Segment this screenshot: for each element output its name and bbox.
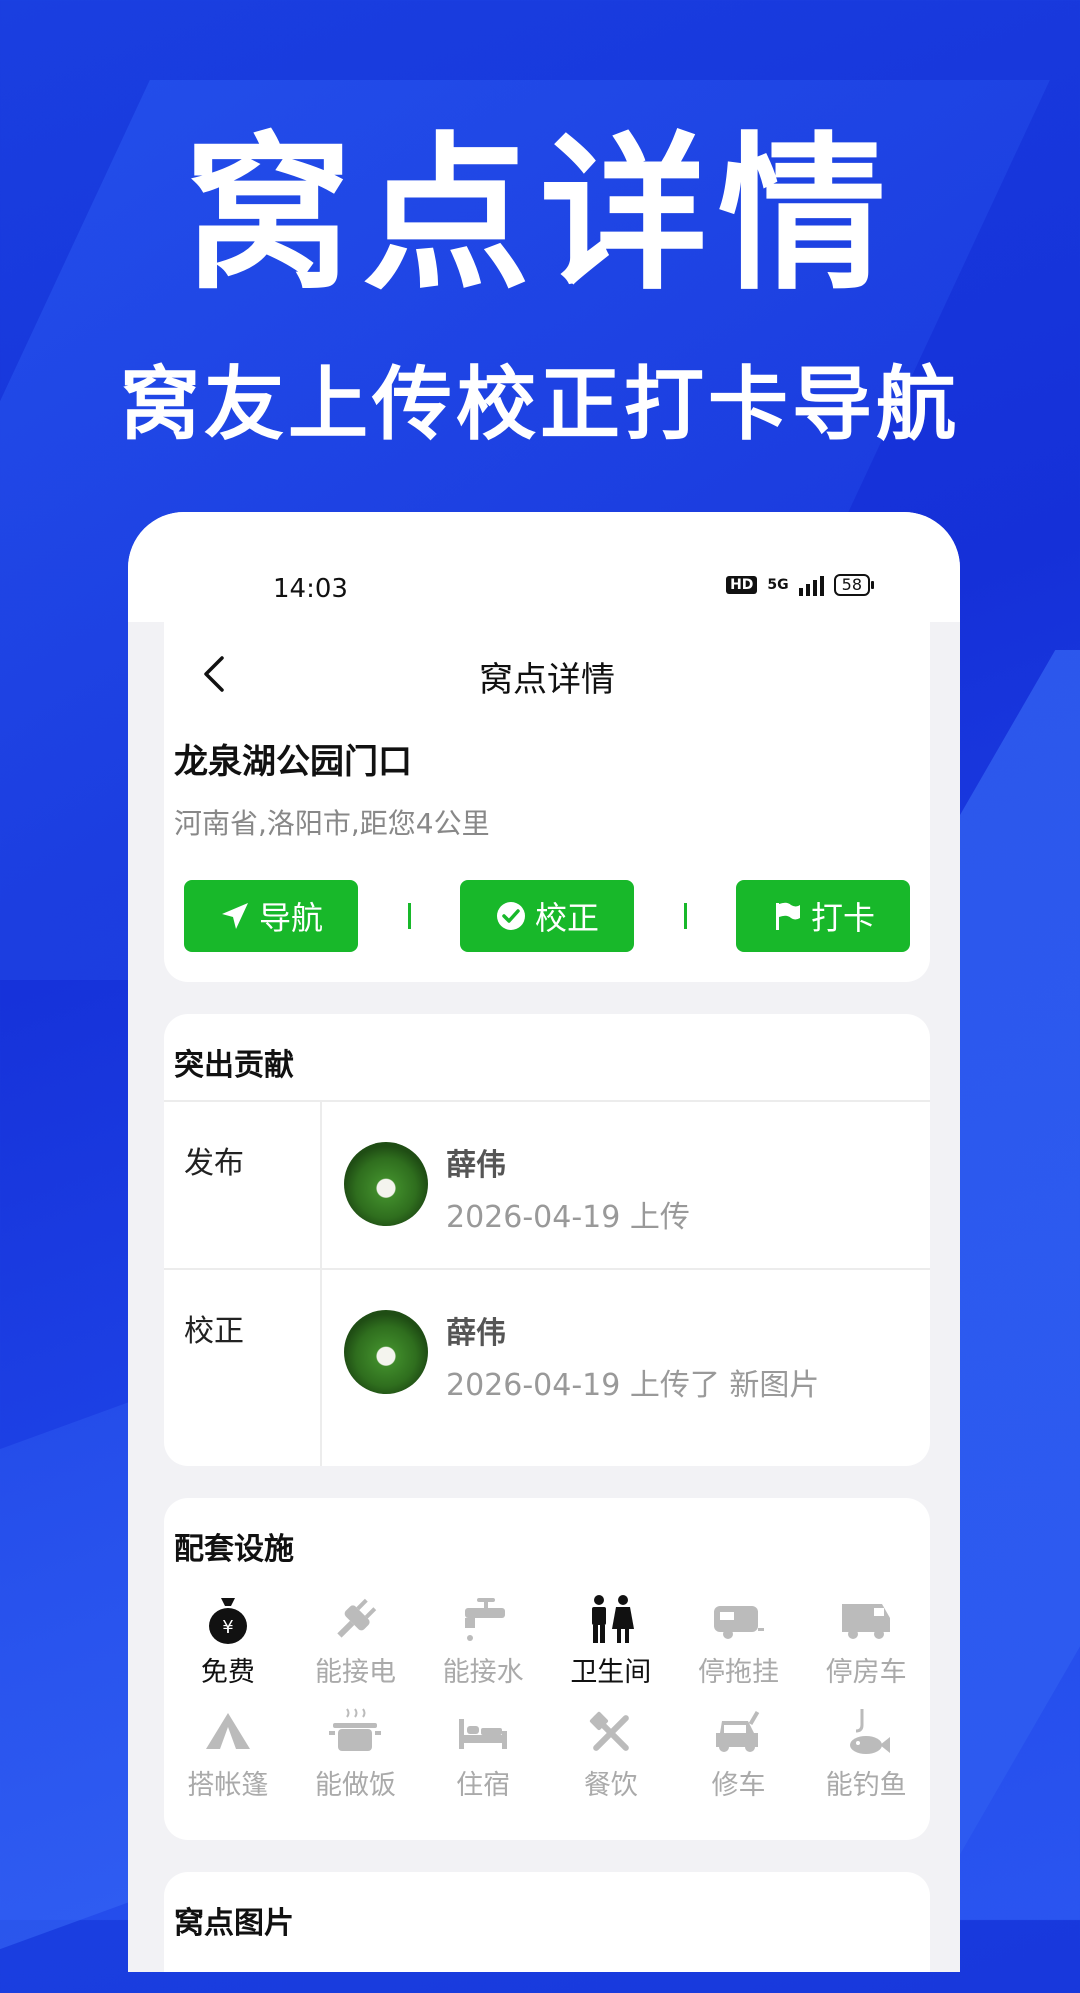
phone-screen: 14:03 HD 5G 58 窝点详情 龙泉湖公园门口 河南省,洛阳市,距您4公… (128, 512, 960, 1972)
divider (407, 903, 411, 929)
restroom-icon (591, 1595, 634, 1643)
check-circle-icon (496, 902, 525, 930)
facility-item: 能做饭 (292, 1707, 420, 1802)
avatar[interactable] (344, 1142, 428, 1226)
facility-item: 修车 (675, 1707, 803, 1802)
facility-label: 住宿 (456, 1770, 511, 1801)
contribution-meta: 2026-04-19 上传 (446, 1200, 690, 1235)
checkin-button[interactable]: 打卡 (736, 880, 910, 952)
contribution-type: 发布 (184, 1146, 244, 1181)
contribution-type: 校正 (184, 1314, 244, 1349)
facilities-grid: ¥ 免费 能接电 能接水 卫生间 停拖挂 停房车 搭帐篷 能做饭 住宿 餐饮 修… (164, 1594, 930, 1802)
facility-label: 免费 (200, 1657, 255, 1688)
facility-label: 修车 (711, 1770, 766, 1801)
table-row: 发布 薛伟 2026-04-19 上传 (164, 1102, 930, 1270)
contributions-card: 突出贡献 发布 薛伟 2026-04-19 上传 校正 薛伟 2026-04-1… (164, 1014, 930, 1466)
photos-card: 窝点图片 (164, 1872, 930, 1972)
page-title: 窝点详情 (479, 660, 615, 700)
facility-item: ¥ 免费 (164, 1594, 292, 1689)
facility-item: 搭帐篷 (164, 1707, 292, 1802)
hero-subtitle: 窝友上传校正打卡导航 (120, 358, 960, 451)
facility-item: 卫生间 (547, 1594, 675, 1689)
svg-text:¥: ¥ (222, 1617, 233, 1638)
facility-item: 停拖挂 (675, 1594, 803, 1689)
section-title: 突出贡献 (174, 1048, 294, 1083)
battery-icon: 58 (833, 574, 875, 596)
status-icons: HD 5G 58 (726, 574, 875, 596)
facility-item: 能接电 (292, 1594, 420, 1689)
facility-label: 能做饭 (314, 1770, 396, 1801)
utensils-icon (589, 1711, 629, 1751)
navigate-button[interactable]: 导航 (184, 880, 358, 952)
facility-item: 能钓鱼 (802, 1707, 930, 1802)
hd-icon: HD (726, 576, 758, 594)
network-type: 5G (767, 577, 789, 593)
correct-button[interactable]: 校正 (460, 880, 634, 952)
facility-label: 能接水 (442, 1657, 524, 1688)
bed-icon (459, 1719, 508, 1749)
hero-title: 窝点详情 (184, 117, 896, 313)
status-bar: 14:03 HD 5G 58 (128, 512, 960, 622)
action-row: 导航 校正 打卡 (184, 880, 910, 952)
spot-location: 河南省,洛阳市,距您4公里 (174, 807, 490, 840)
facility-label: 卫生间 (570, 1657, 652, 1688)
fishing-icon (850, 1709, 891, 1754)
checkin-label: 打卡 (810, 899, 875, 937)
flag-icon (775, 902, 800, 930)
facility-label: 停拖挂 (697, 1657, 779, 1688)
section-title: 窝点图片 (174, 1906, 294, 1941)
facility-item: 停房车 (802, 1594, 930, 1689)
nav-bar: 窝点详情 (164, 622, 930, 722)
navigate-label: 导航 (258, 899, 323, 937)
tent-icon (205, 1713, 250, 1749)
status-time: 14:03 (273, 574, 348, 604)
cooking-pot-icon (329, 1708, 382, 1751)
correct-label: 校正 (534, 899, 599, 937)
divider (683, 903, 687, 929)
facilities-card: 配套设施 ¥ 免费 能接电 能接水 卫生间 停拖挂 停房车 搭帐篷 能做饭 住宿… (164, 1498, 930, 1840)
contribution-meta: 2026-04-19 上传了 新图片 (446, 1368, 820, 1403)
facility-label: 搭帐篷 (187, 1770, 269, 1801)
trailer-icon (714, 1606, 765, 1639)
user-name[interactable]: 薛伟 (446, 1308, 506, 1352)
signal-icon (798, 574, 824, 596)
faucet-icon (465, 1598, 506, 1641)
contributions-table: 发布 薛伟 2026-04-19 上传 校正 薛伟 2026-04-19 上传了… (164, 1100, 930, 1466)
facility-label: 餐饮 (583, 1770, 638, 1801)
table-row: 校正 薛伟 2026-04-19 上传了 新图片 (164, 1270, 930, 1466)
facility-label: 停房车 (825, 1657, 907, 1688)
plug-icon (337, 1598, 377, 1638)
spot-name: 龙泉湖公园门口 (174, 742, 412, 782)
section-title: 配套设施 (174, 1532, 294, 1567)
facility-item: 能接水 (419, 1594, 547, 1689)
facility-item: 住宿 (419, 1707, 547, 1802)
facility-item: 餐饮 (547, 1707, 675, 1802)
money-bag-icon: ¥ (208, 1598, 247, 1644)
spot-header-card: 窝点详情 龙泉湖公园门口 河南省,洛阳市,距您4公里 导航 校正 打卡 (164, 622, 930, 982)
facility-label: 能接电 (314, 1657, 396, 1688)
facility-label: 能钓鱼 (825, 1770, 907, 1801)
avatar[interactable] (344, 1310, 428, 1394)
user-name[interactable]: 薛伟 (446, 1140, 506, 1184)
car-repair-icon (716, 1710, 760, 1752)
paper-plane-icon (221, 903, 248, 929)
rv-icon (842, 1604, 891, 1639)
